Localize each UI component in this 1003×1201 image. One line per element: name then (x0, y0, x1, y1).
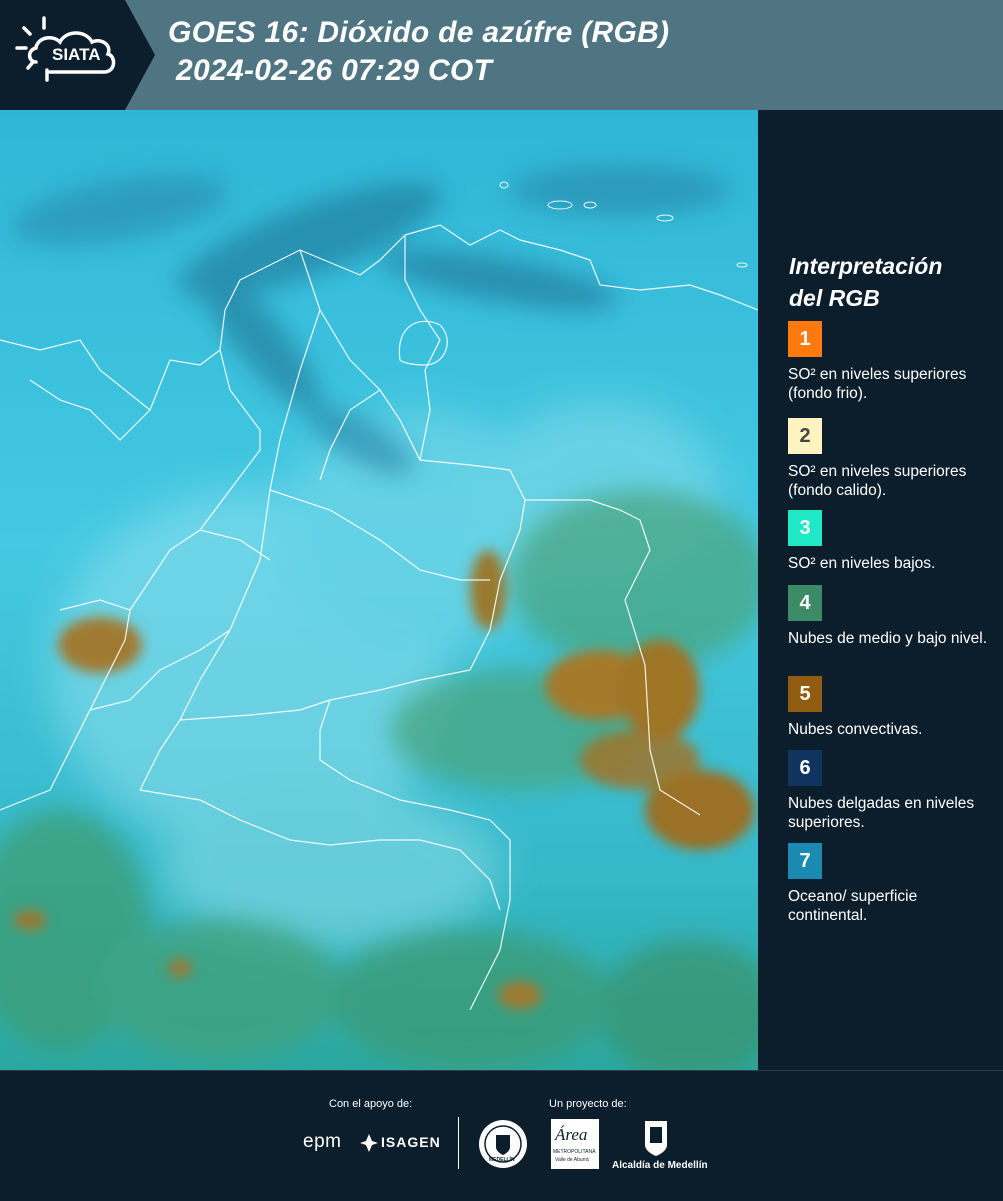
siata-logo: SIATA (0, 0, 155, 110)
footer-divider (458, 1117, 459, 1169)
legend-swatch-2: 2 (788, 418, 822, 454)
epm-logo: epm (303, 1131, 342, 1152)
legend-label-2: SO² en niveles superiores (fondo calido)… (788, 463, 967, 499)
title-line-1: GOES 16: Dióxido de azúfre (RGB) (168, 16, 670, 49)
legend-title-line-1: Interpretación (789, 253, 943, 279)
legend-item-4: 4 Nubes de medio y bajo nivel. (788, 585, 998, 648)
legend-title: Interpretación del RGB (789, 250, 942, 314)
header-bar: SIATA GOES 16: Dióxido de azúfre (RGB) 2… (0, 0, 1003, 110)
medellin-seal-text: MEDELLÍN (489, 1157, 515, 1163)
legend-label-3: SO² en niveles bajos. (788, 555, 936, 572)
legend-title-line-2: del RGB (789, 285, 880, 311)
legend-label-7: Oceano/ superficie continental. (788, 888, 918, 924)
area-metropolitana-logo: Área METROPOLITANA Valle de Aburrá (551, 1119, 599, 1169)
page-title: GOES 16: Dióxido de azúfre (RGB) 2024-02… (168, 14, 669, 90)
legend-swatch-1: 1 (788, 321, 822, 357)
area-logo-subtext-2: Valle de Aburrá (555, 1157, 589, 1163)
legend-item-7: 7 Oceano/ superficie continental. (788, 843, 998, 925)
legend-item-2: 2 SO² en niveles superiores (fondo calid… (788, 418, 998, 500)
siata-logo-text: SIATA (52, 45, 100, 64)
alcaldia-shield-icon (643, 1119, 669, 1162)
legend-label-1: SO² en niveles superiores (fondo frio). (788, 366, 967, 402)
project-caption: Un proyecto de: (549, 1098, 627, 1110)
footer: Con el apoyo de: Un proyecto de: epm ISA… (0, 1070, 1003, 1201)
legend-swatch-7: 7 (788, 843, 822, 879)
legend-swatch-5: 5 (788, 676, 822, 712)
satellite-rgb-map (0, 110, 780, 1080)
alcaldia-text: Alcaldía de Medellín (612, 1160, 708, 1171)
isagen-logo: ISAGEN (381, 1134, 441, 1150)
legend-panel: Interpretación del RGB 1 SO² en niveles … (760, 110, 1003, 1070)
legend-label-6: Nubes delgadas en niveles superiores. (788, 795, 975, 831)
legend-swatch-4: 4 (788, 585, 822, 621)
legend-label-5: Nubes convectivas. (788, 721, 923, 738)
legend-item-5: 5 Nubes convectivas. (788, 676, 998, 739)
legend-swatch-6: 6 (788, 750, 822, 786)
support-caption: Con el apoyo de: (329, 1098, 413, 1110)
area-logo-subtext: METROPOLITANA (553, 1149, 596, 1155)
title-line-2: 2024-02-26 07:29 COT (176, 54, 493, 87)
legend-swatch-3: 3 (788, 510, 822, 546)
isagen-icon (360, 1133, 378, 1158)
legend-item-1: 1 SO² en niveles superiores (fondo frio)… (788, 321, 998, 403)
legend-item-6: 6 Nubes delgadas en niveles superiores. (788, 750, 998, 832)
medellin-seal: MEDELLÍN (478, 1119, 528, 1174)
legend-label-4: Nubes de medio y bajo nivel. (788, 630, 988, 647)
area-logo-text: Área (555, 1125, 588, 1144)
legend-item-3: 3 SO² en niveles bajos. (788, 510, 998, 573)
